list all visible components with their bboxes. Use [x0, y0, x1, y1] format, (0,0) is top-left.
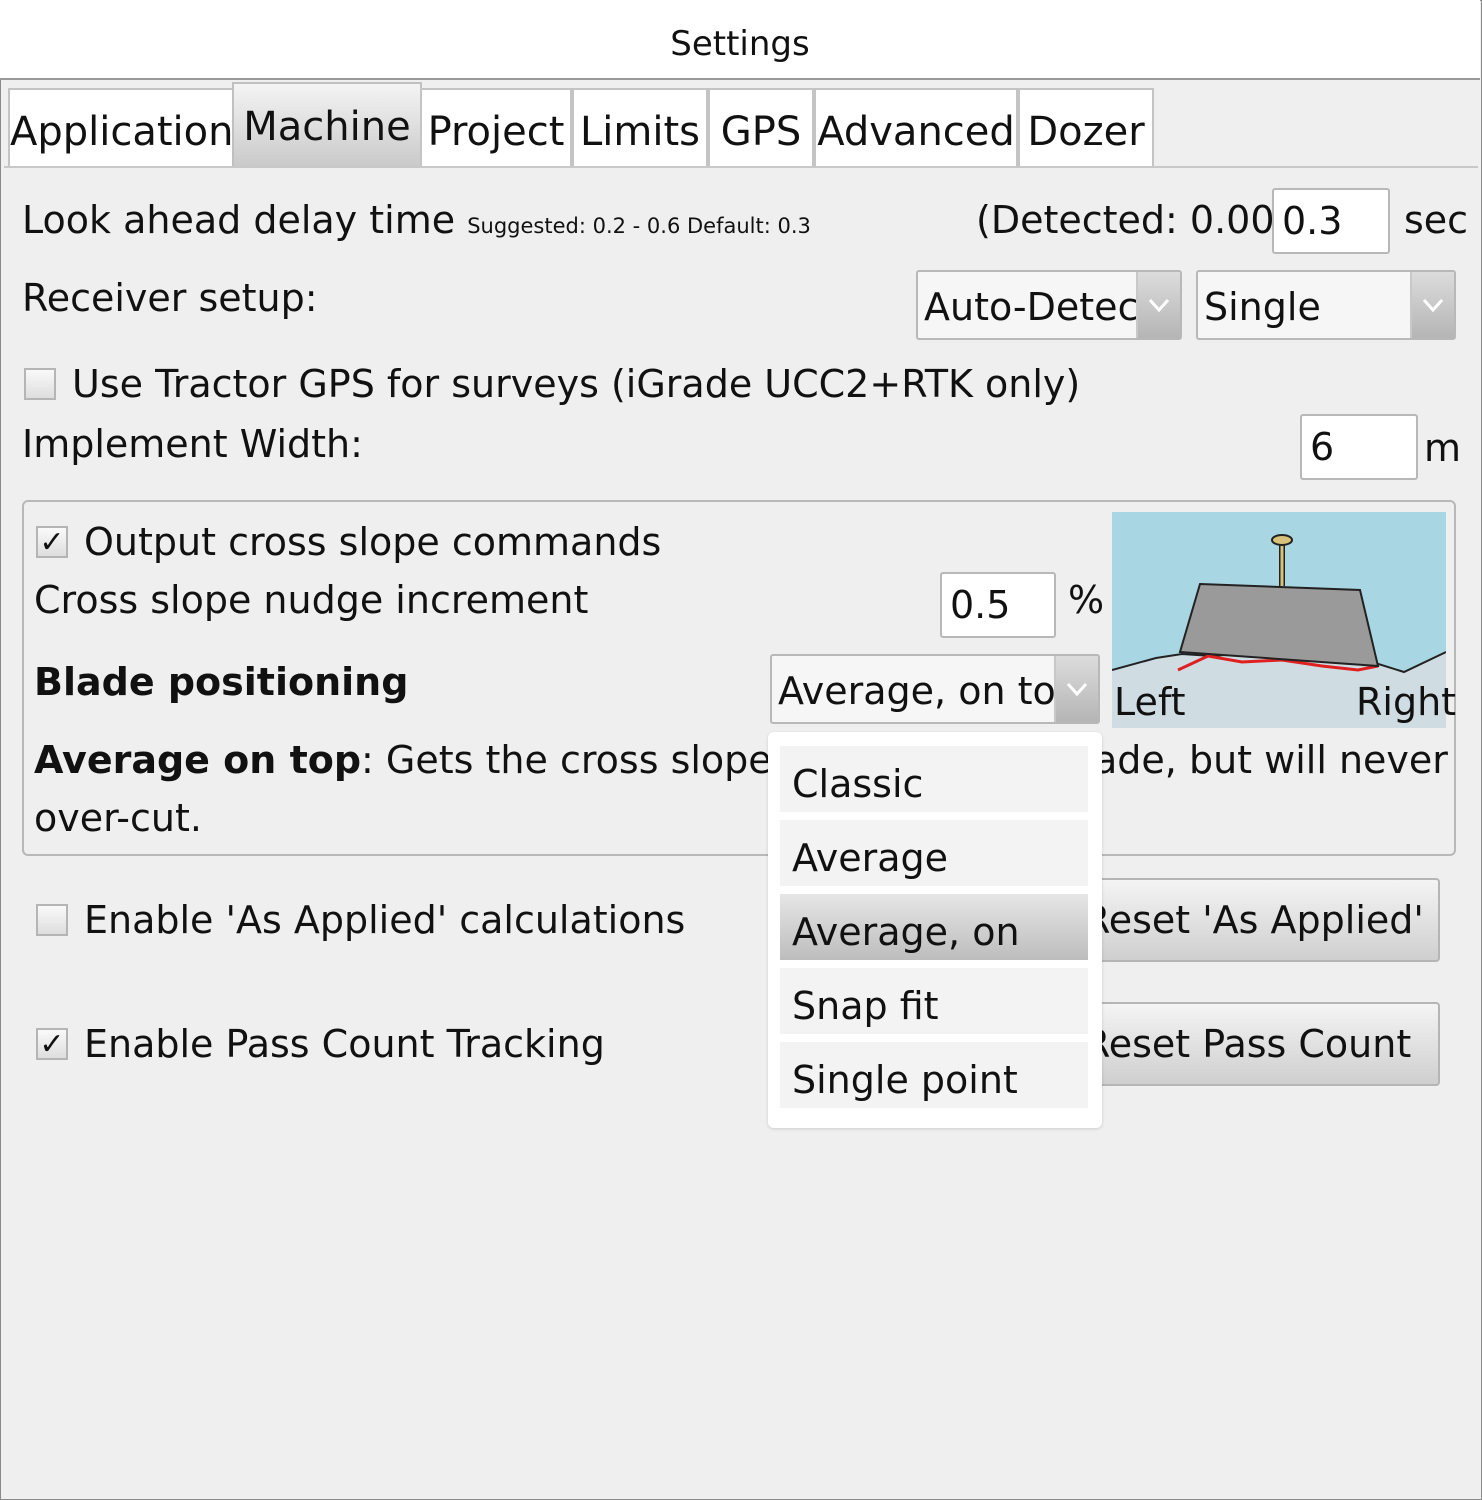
as-applied-checkbox[interactable] — [36, 904, 68, 936]
blade-positioning-label: Blade positioning — [34, 660, 409, 704]
receiver-mode-select[interactable]: Auto-Detect — [916, 270, 1182, 340]
blade-positioning-dropdown: Classic Average Average, on top Snap fit… — [768, 732, 1102, 1128]
pass-count-checkbox[interactable]: ✓ — [36, 1028, 68, 1060]
tab-machine[interactable]: Machine — [232, 82, 422, 168]
reset-as-applied-button[interactable]: Reset 'As Applied' — [1060, 878, 1440, 962]
dropdown-option-average[interactable]: Average — [780, 820, 1088, 886]
tractor-gps-label: Use Tractor GPS for surveys (iGrade UCC2… — [72, 362, 1081, 406]
dropdown-option-snap-fit[interactable]: Snap fit — [780, 968, 1088, 1034]
dropdown-option-classic[interactable]: Classic — [780, 746, 1088, 812]
output-cross-slope-label: Output cross slope commands — [84, 520, 662, 564]
as-applied-label: Enable 'As Applied' calculations — [84, 898, 686, 942]
receiver-label: Receiver setup: — [22, 276, 318, 320]
tab-limits[interactable]: Limits — [572, 88, 708, 166]
tab-gps[interactable]: GPS — [708, 88, 814, 166]
look-ahead-hint: Suggested: 0.2 - 0.6 Default: 0.3 — [467, 214, 811, 238]
receiver-type-select[interactable]: Single — [1196, 270, 1456, 340]
look-ahead-unit: sec — [1404, 198, 1469, 242]
dropdown-option-single-point[interactable]: Single point — [780, 1042, 1088, 1108]
tab-dozer[interactable]: Dozer — [1018, 88, 1154, 166]
blade-description-line2: over-cut. — [34, 796, 202, 840]
blade-description-line1-end: ade, but will never — [1094, 738, 1448, 782]
nudge-increment-label: Cross slope nudge increment — [34, 578, 589, 622]
chevron-down-icon — [1410, 272, 1454, 338]
implement-width-input[interactable]: 6 — [1300, 414, 1418, 480]
output-cross-slope-checkbox[interactable]: ✓ — [36, 526, 68, 558]
implement-width-label: Implement Width: — [22, 422, 363, 466]
illustration-right-label: Right — [1356, 680, 1457, 724]
nudge-increment-input[interactable]: 0.5 — [940, 572, 1056, 638]
reset-pass-count-button[interactable]: Reset Pass Count — [1060, 1002, 1440, 1086]
tractor-gps-checkbox[interactable] — [24, 368, 56, 400]
blade-positioning-select[interactable]: Average, on top — [770, 654, 1100, 724]
dropdown-option-average-on-top[interactable]: Average, on top — [780, 894, 1088, 1030]
detected-readout: (Detected: 0.000) — [976, 198, 1314, 242]
tab-advanced[interactable]: Advanced — [814, 88, 1018, 166]
chevron-down-icon — [1054, 656, 1098, 722]
illustration-left-label: Left — [1114, 680, 1186, 724]
window-title: Settings — [670, 24, 810, 64]
title-bar: Settings — [0, 0, 1480, 80]
tab-application[interactable]: Application — [8, 88, 234, 166]
blade-illustration: Left Right — [1111, 512, 1456, 728]
chevron-down-icon — [1136, 272, 1180, 338]
look-ahead-input[interactable]: 0.3 — [1272, 188, 1390, 254]
tab-project[interactable]: Project — [420, 88, 572, 166]
pass-count-label: Enable Pass Count Tracking — [84, 1022, 605, 1066]
nudge-increment-unit: % — [1068, 578, 1105, 622]
look-ahead-label: Look ahead delay time Suggested: 0.2 - 0… — [22, 198, 811, 242]
implement-width-unit: m — [1424, 426, 1462, 470]
